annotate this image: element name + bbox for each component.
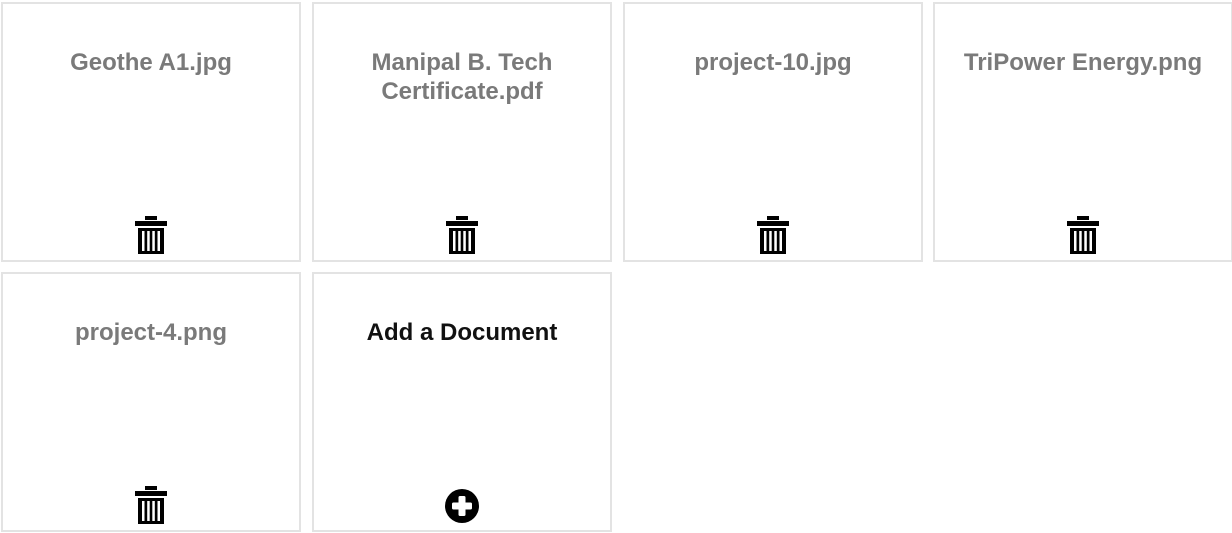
document-tile[interactable]: project-4.png [1, 272, 301, 532]
trash-icon [135, 486, 167, 524]
trash-icon [446, 216, 478, 254]
document-name: project-4.png [74, 319, 227, 346]
document-name: TriPower Energy.png [963, 49, 1203, 76]
delete-button[interactable] [625, 212, 921, 254]
delete-button[interactable] [935, 212, 1231, 254]
document-name: project-10.jpg [694, 49, 852, 76]
delete-button[interactable] [314, 212, 610, 254]
add-document-label: Add a Document [366, 319, 558, 346]
trash-icon [1067, 216, 1099, 254]
trash-icon [757, 216, 789, 254]
trash-icon [135, 216, 167, 254]
document-tile[interactable]: Manipal B. Tech Certificate.pdf [312, 2, 612, 262]
plus-circle-icon [445, 489, 479, 523]
document-tile[interactable]: TriPower Energy.png [933, 2, 1232, 262]
delete-button[interactable] [3, 212, 299, 254]
document-name: Geothe A1.jpg [70, 49, 232, 76]
add-document-button[interactable] [314, 482, 610, 524]
add-document-tile[interactable]: Add a Document [312, 272, 612, 532]
delete-button[interactable] [3, 482, 299, 524]
document-name: Manipal B. Tech Certificate.pdf [371, 49, 553, 105]
document-grid: Geothe A1.jpg Manipal B. Tech Certificat… [0, 0, 1232, 533]
document-tile[interactable]: project-10.jpg [623, 2, 923, 262]
document-tile[interactable]: Geothe A1.jpg [1, 2, 301, 262]
